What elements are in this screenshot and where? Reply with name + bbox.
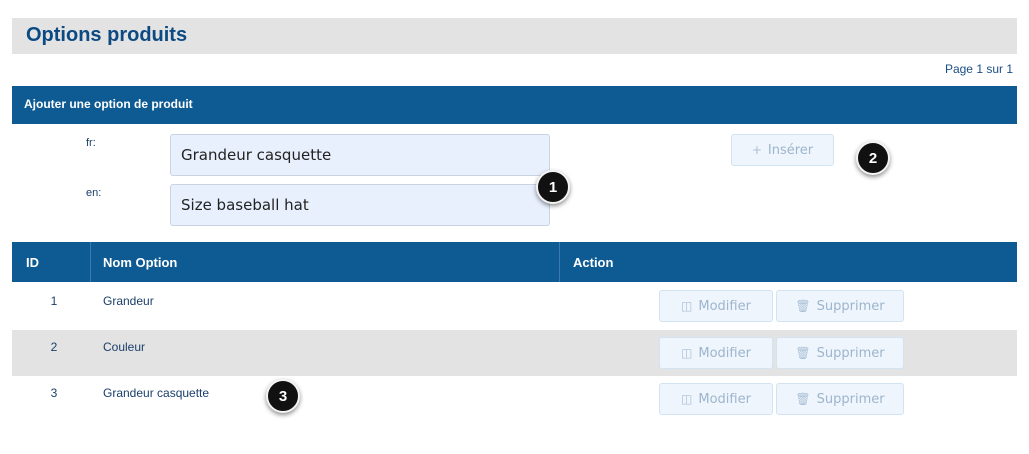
delete-button-label: Supprimer	[816, 391, 885, 407]
document-icon: ◫	[681, 392, 693, 406]
plus-icon: +	[751, 143, 762, 157]
edit-button-label: Modifier	[698, 345, 751, 361]
edit-button-label: Modifier	[698, 298, 751, 314]
column-divider	[90, 242, 91, 282]
delete-button-label: Supprimer	[816, 345, 885, 361]
document-icon: ◫	[681, 346, 693, 360]
edit-button[interactable]: ◫ Modifier	[659, 383, 773, 415]
page-title-bar: Options produits	[12, 18, 1017, 54]
row-option-name: Grandeur	[103, 294, 154, 308]
page-title: Options produits	[26, 24, 188, 46]
row-option-name: Couleur	[103, 340, 146, 354]
step-marker-2: 2	[856, 141, 890, 175]
column-header-id: ID	[26, 255, 39, 270]
edit-button[interactable]: ◫ Modifier	[659, 337, 773, 369]
trash-icon: 🗑	[795, 346, 811, 360]
row-option-name: Grandeur casquette	[103, 386, 210, 400]
table-row: 1 Grandeur ◫ Modifier 🗑 Supprimer	[12, 284, 1017, 330]
lang-label-fr: fr:	[86, 137, 96, 149]
row-id: 1	[50, 294, 58, 308]
delete-button[interactable]: 🗑 Supprimer	[776, 290, 904, 322]
document-icon: ◫	[681, 299, 693, 313]
column-header-name: Nom Option	[103, 255, 178, 270]
trash-icon: 🗑	[795, 392, 811, 406]
add-option-title: Ajouter une option de produit	[24, 97, 193, 111]
add-option-header: Ajouter une option de produit	[12, 86, 1017, 124]
delete-button[interactable]: 🗑 Supprimer	[776, 383, 904, 415]
delete-button-label: Supprimer	[816, 298, 885, 314]
row-id: 3	[50, 386, 58, 400]
table-row: 2 Couleur ◫ Modifier 🗑 Supprimer	[12, 330, 1017, 376]
insert-button-label: Insérer	[767, 142, 814, 158]
table-row: 3 Grandeur casquette ◫ Modifier 🗑 Suppri…	[12, 376, 1017, 422]
edit-button-label: Modifier	[698, 391, 751, 407]
pagination-info: Page 1 sur 1	[944, 62, 1013, 76]
column-divider	[559, 242, 560, 282]
column-header-action: Action	[573, 255, 614, 270]
options-table-header: ID Nom Option Action	[12, 242, 1017, 282]
insert-button[interactable]: + Insérer	[731, 134, 834, 166]
lang-label-en: en:	[86, 187, 102, 199]
option-name-en-input[interactable]	[170, 184, 550, 226]
row-id: 2	[50, 340, 58, 354]
step-marker-1: 1	[536, 170, 570, 204]
option-name-fr-input[interactable]	[170, 134, 550, 176]
edit-button[interactable]: ◫ Modifier	[659, 290, 773, 322]
delete-button[interactable]: 🗑 Supprimer	[776, 337, 904, 369]
trash-icon: 🗑	[795, 299, 811, 313]
